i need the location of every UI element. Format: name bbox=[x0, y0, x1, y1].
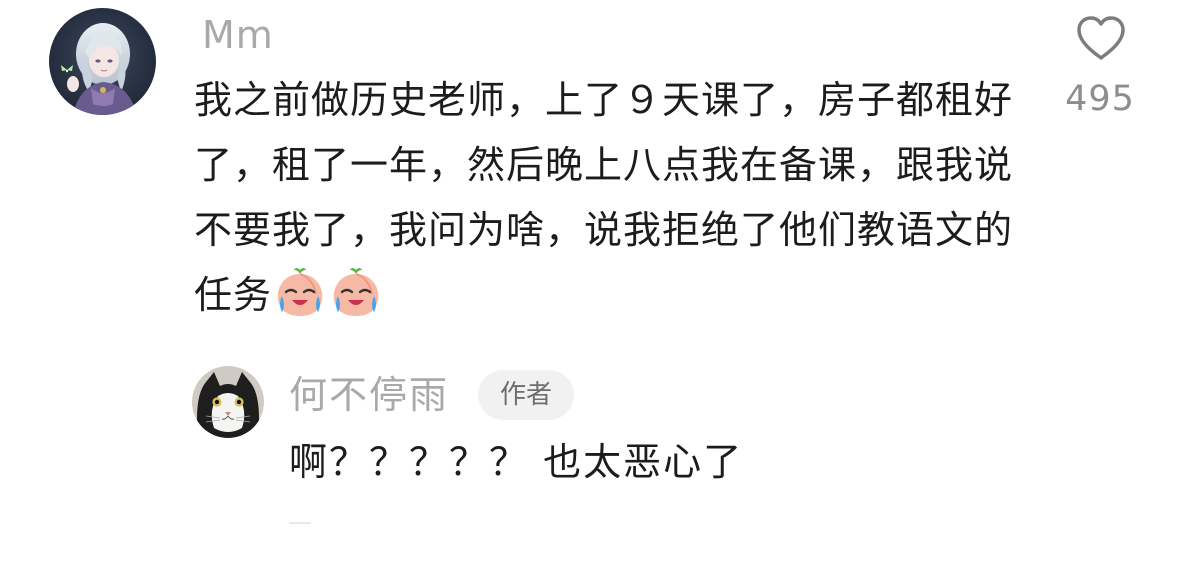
next-comment-edge bbox=[289, 522, 311, 524]
comment-username[interactable]: Mm bbox=[202, 12, 274, 58]
anime-girl-avatar-icon bbox=[49, 8, 156, 115]
crying-peach-emoji-icon bbox=[272, 264, 328, 320]
author-badge: 作者 bbox=[478, 370, 574, 420]
reply-username[interactable]: 何不停雨 bbox=[289, 372, 449, 418]
comment-text: 我之前做历史老师，上了９天课了，房子都租好了，租了一年，然后晚上八点我在备课，跟… bbox=[194, 68, 1024, 328]
crying-peach-emoji-icon bbox=[328, 264, 384, 320]
reply-text: 啊？？？？？ 也太恶心了 bbox=[289, 440, 744, 484]
cat-avatar-icon bbox=[192, 366, 264, 438]
comment-avatar[interactable] bbox=[49, 8, 156, 115]
like-count: 495 bbox=[1065, 79, 1135, 119]
like-button[interactable]: 495 bbox=[1060, 10, 1140, 120]
reply-avatar[interactable] bbox=[192, 366, 264, 438]
heart-outline-icon bbox=[1077, 16, 1125, 60]
